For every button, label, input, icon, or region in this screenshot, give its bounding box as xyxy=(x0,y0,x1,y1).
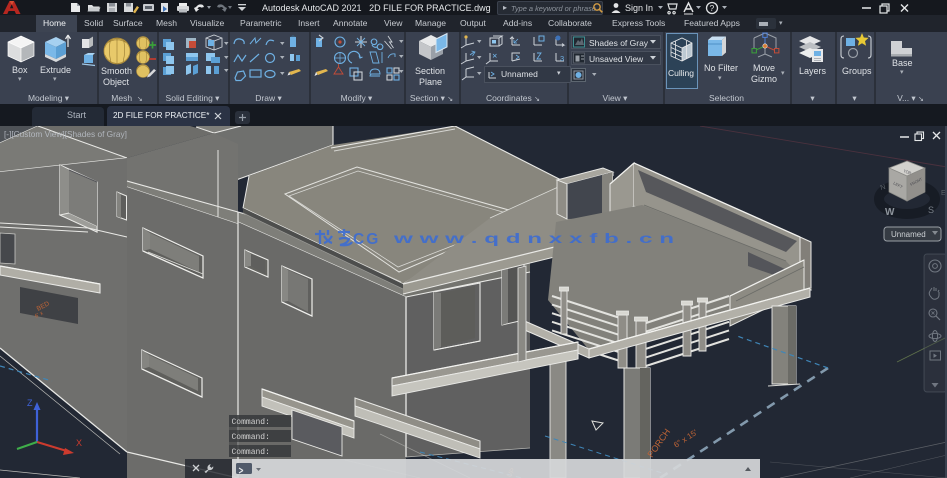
svg-text:3: 3 xyxy=(560,54,564,63)
svg-text:Command:: Command: xyxy=(232,433,270,442)
svg-text:Z: Z xyxy=(27,398,33,408)
svg-text:?: ? xyxy=(710,3,715,13)
svg-text:Command:: Command: xyxy=(232,418,270,427)
svg-text:[-][Custom View][Shades of Gra: [-][Custom View][Shades of Gray] xyxy=(4,129,127,139)
svg-text:Command:: Command: xyxy=(232,448,270,457)
svg-text:S: S xyxy=(928,205,934,215)
svg-text:Unnamed: Unnamed xyxy=(891,230,926,239)
svg-text:CG: CG xyxy=(353,231,380,248)
svg-text:w w w . q d n x x f b . c n: w w w . q d n x x f b . c n xyxy=(392,231,674,246)
svg-text:X: X xyxy=(76,438,82,448)
svg-text:W: W xyxy=(885,207,895,218)
